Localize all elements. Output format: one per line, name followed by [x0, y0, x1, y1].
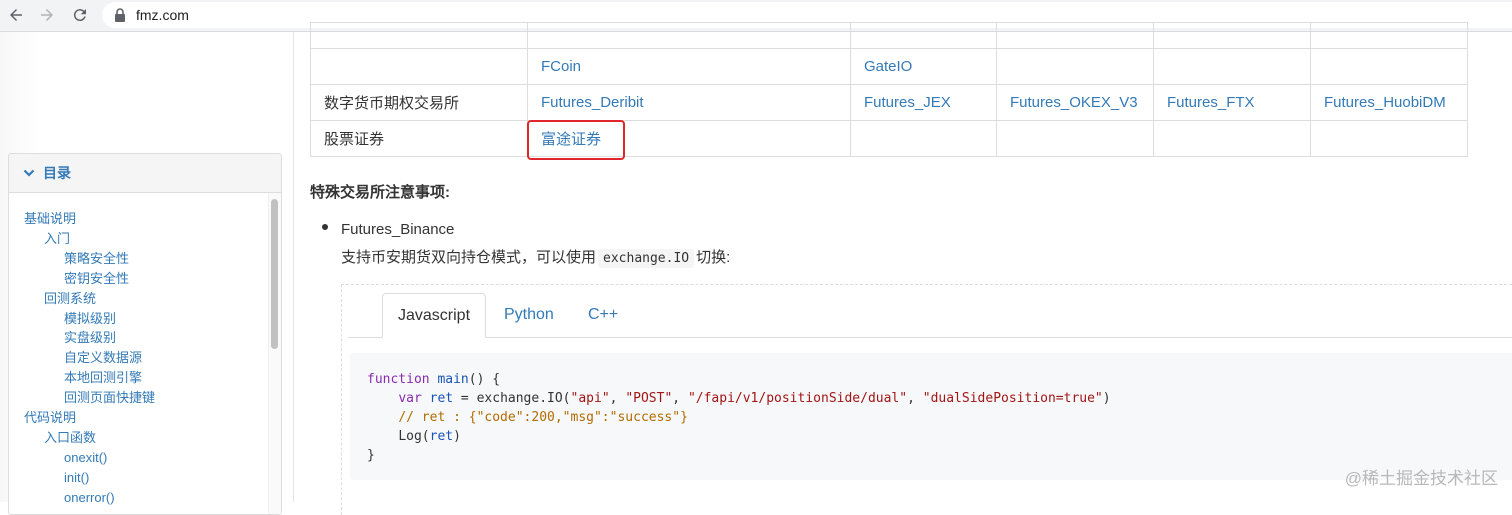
exchange-table: 数字货币现货交易所 FCoin GateIO 数字货币期权交易所 Futures_Der… [310, 22, 1468, 157]
toc-item[interactable]: onerror() [64, 489, 115, 507]
table-cell: Futures_JEX [850, 84, 997, 121]
chevron-down-icon [23, 169, 35, 177]
table-cell [1310, 22, 1468, 49]
table-cell [527, 22, 851, 49]
table-cell [996, 120, 1154, 157]
exchange-link[interactable]: Futures_HuobiDM [1324, 94, 1446, 111]
code-text: ) [1102, 391, 1111, 406]
table-cell-category: 数字货币期权交易所 [310, 84, 528, 121]
table-cell: Futures_FTX [1153, 84, 1311, 121]
code-string: "api" [570, 391, 610, 406]
tab-python[interactable]: Python [489, 293, 569, 337]
forward-arrow-icon[interactable] [36, 4, 58, 26]
toc-item[interactable]: 代码说明 [24, 409, 76, 427]
table-cell [1310, 120, 1468, 157]
table-cell: Futures_HuobiDM [1310, 84, 1468, 121]
toc-item[interactable]: 密钥安全性 [64, 270, 129, 288]
toc-item[interactable]: init() [64, 469, 89, 487]
table-cell: GateIO [850, 48, 997, 85]
bullet-dot [322, 224, 328, 230]
table-row: 数字货币现货交易所 [310, 22, 1468, 49]
inline-code: exchange.IO [598, 249, 695, 268]
tab-javascript[interactable]: Javascript [382, 293, 487, 338]
toc-item[interactable]: 回测系统 [44, 290, 96, 308]
desc-text-after: 切换: [696, 249, 731, 266]
toc-item[interactable]: 模拟级别 [64, 310, 116, 328]
code-string: "/fapi/v1/positionSide/dual" [687, 391, 908, 406]
table-cell: FCoin [527, 48, 851, 85]
lock-icon [115, 8, 125, 22]
code-example: Javascript Python C++ function main() { … [341, 284, 1512, 515]
toc-item[interactable]: 策略安全性 [64, 250, 129, 268]
table-cell [1310, 48, 1468, 85]
sidebar-divider [293, 32, 294, 502]
toc-scrollbar[interactable] [268, 193, 281, 514]
code-string: "POST" [625, 391, 673, 406]
code-text: = exchange.IO( [453, 391, 571, 406]
toc-item[interactable]: 基础说明 [24, 210, 76, 228]
code-text: Log( [398, 429, 430, 444]
table-cell [1153, 22, 1311, 49]
table-cell [1153, 48, 1311, 85]
table-cell [996, 48, 1154, 85]
code-string: "dualSidePosition=true" [922, 391, 1103, 406]
special-notes-heading: 特殊交易所注意事项: [310, 184, 450, 201]
table-cell [1153, 120, 1311, 157]
url-text: fmz.com [136, 7, 189, 23]
toc-item[interactable]: 入门 [44, 230, 70, 248]
code-text: ) [453, 429, 461, 444]
toc-item[interactable]: 入口函数 [44, 429, 96, 447]
table-cell: Futures_Deribit [527, 84, 851, 121]
table-cell [850, 120, 997, 157]
exchange-link[interactable]: Futures_FTX [1167, 94, 1255, 111]
exchange-link[interactable]: GateIO [864, 58, 912, 75]
toc-panel: 目录 基础说明入门策略安全性密钥安全性回测系统模拟级别 实盘级别自定义数据源 本地回… [8, 153, 282, 515]
watermark: @稀土掘金技术社区 [1344, 469, 1498, 488]
table-row: 数字货币期权交易所 Futures_Deribit Futures_JEX Futur… [310, 84, 1468, 121]
code-text: () { [468, 372, 501, 387]
toc-item[interactable]: 实盘级别 [64, 329, 116, 347]
table-cell [996, 22, 1154, 49]
code-comment: // ret : {"code":200,"msg":"success"} [398, 410, 688, 425]
table-cell [850, 22, 997, 49]
exchange-link[interactable]: Futures_OKEX_V3 [1010, 94, 1138, 111]
exchange-link[interactable]: FCoin [541, 58, 581, 75]
back-arrow-icon[interactable] [5, 4, 27, 26]
exchange-link[interactable]: Futures_JEX [864, 94, 951, 111]
table-row: FCoin GateIO [310, 48, 1468, 85]
toc-item[interactable]: 回测页面快捷键 [64, 389, 155, 407]
tab-cpp[interactable]: C++ [573, 293, 633, 337]
code-variable: ret [429, 391, 454, 406]
toc-item[interactable]: onexit() [64, 449, 107, 467]
toc-item[interactable]: 本地回测引擎 [64, 369, 142, 387]
table-cell-category: 数字货币现货交易所 [310, 22, 528, 49]
code-block[interactable]: function main() { var ret = exchange.IO(… [350, 353, 1512, 480]
highlight-box [527, 120, 625, 160]
table-row: 股票证券 富途证券 [310, 120, 1468, 157]
desc-text-before: 支持币安期货双向持仓模式，可以使用 [341, 249, 597, 266]
code-keyword: var [398, 391, 422, 406]
toc-item[interactable]: 自定义数据源 [64, 349, 142, 367]
table-cell-category [310, 48, 528, 85]
table-cell-category: 股票证券 [310, 120, 528, 157]
code-text: } [367, 448, 375, 463]
tab-divider [348, 337, 1512, 338]
code-variable: ret [429, 429, 454, 444]
toc-header[interactable]: 目录 [9, 154, 281, 193]
code-function-name: main [437, 372, 469, 387]
table-cell: Futures_OKEX_V3 [996, 84, 1154, 121]
toc-title: 目录 [43, 165, 71, 181]
bullet-title: Futures_Binance [341, 221, 455, 238]
exchange-link[interactable]: Futures_Deribit [541, 94, 644, 111]
bullet-description: 支持币安期货双向持仓模式，可以使用 exchange.IO 切换: [341, 246, 731, 268]
code-keyword: function [367, 372, 430, 387]
reload-icon[interactable] [69, 4, 91, 26]
toc-scroll-thumb[interactable] [271, 199, 278, 349]
